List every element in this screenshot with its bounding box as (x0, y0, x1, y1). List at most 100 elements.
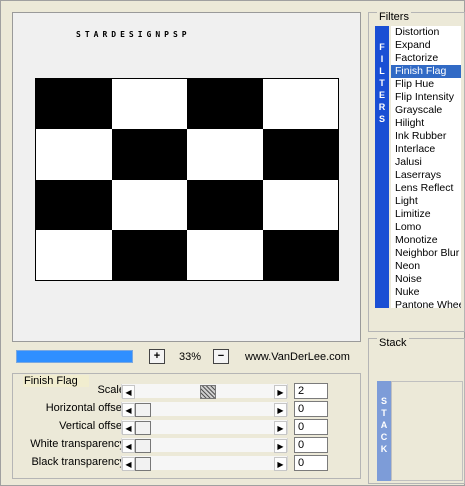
sidebar-letter: I (380, 54, 384, 64)
filter-item[interactable]: Flip Hue (391, 78, 461, 91)
flag-square (262, 229, 338, 280)
filter-item[interactable]: Expand (391, 39, 461, 52)
param-row-black-transparency: Black transparency ◀ ▶ 0 (13, 455, 362, 471)
flag-square (36, 79, 112, 130)
filters-title: Filters (377, 11, 411, 23)
sidebar-letter: C (380, 432, 388, 442)
param-label: Black transparency (31, 456, 125, 468)
flag-square (187, 229, 263, 280)
plugin-window: STARDESIGNPSP + 33% − www.VanDerLee.com … (0, 0, 465, 486)
left-arrow-icon[interactable]: ◀ (122, 385, 135, 399)
flag-square (262, 79, 338, 130)
flag-square (36, 229, 112, 280)
flag-square (111, 79, 187, 130)
slider-thumb[interactable] (135, 439, 151, 453)
flag-square (36, 179, 112, 230)
flag-square (187, 79, 263, 130)
sidebar-letter: K (380, 444, 388, 454)
flag-square (262, 179, 338, 230)
filter-item[interactable]: Hilight (391, 117, 461, 130)
zoom-level: 33% (179, 351, 202, 363)
flag-square (187, 179, 263, 230)
sidebar-letter: T (379, 78, 385, 88)
left-arrow-icon[interactable]: ◀ (122, 439, 135, 453)
right-arrow-icon[interactable]: ▶ (274, 403, 287, 417)
param-row-vertical-offset: Vertical offset ◀ ▶ 0 (13, 419, 362, 435)
filter-item[interactable]: Grayscale (391, 104, 461, 117)
filter-params-panel: Finish Flag Scale ◀ ▶ 2 Horizontal offse… (12, 373, 361, 479)
filters-list[interactable]: Distortion Expand Factorize Finish Flag Flip… (391, 26, 461, 308)
param-label: Vertical offset (59, 420, 125, 432)
left-arrow-icon[interactable]: ◀ (122, 421, 135, 435)
sidebar-letter: L (379, 66, 385, 76)
filter-item[interactable]: Flip Intensity (391, 91, 461, 104)
slider-thumb[interactable] (135, 403, 151, 417)
filter-item[interactable]: Factorize (391, 52, 461, 65)
horizontal-offset-slider[interactable]: ◀ ▶ (121, 402, 288, 417)
filter-item[interactable]: Noise (391, 273, 461, 286)
filter-item[interactable]: Monotize (391, 234, 461, 247)
filter-item[interactable]: Distortion (391, 26, 461, 39)
stack-sidebar-label: STACK (377, 381, 391, 481)
zoom-in-button[interactable]: + (149, 349, 165, 364)
sidebar-letter: S (380, 396, 387, 406)
filter-item[interactable]: Interlace (391, 143, 461, 156)
filters-panel: Filters FILTERS Distortion Expand Factoriz… (368, 11, 465, 332)
stack-list[interactable] (391, 381, 463, 481)
right-arrow-icon[interactable]: ▶ (274, 385, 287, 399)
right-arrow-icon[interactable]: ▶ (274, 457, 287, 471)
filter-item[interactable]: Ink Rubber (391, 130, 461, 143)
filter-item[interactable]: Neighbor Blur (391, 247, 461, 260)
filter-item[interactable]: Limitize (391, 208, 461, 221)
sidebar-letter: T (381, 408, 387, 418)
slider-thumb[interactable] (135, 421, 151, 435)
white-transparency-input[interactable]: 0 (294, 437, 328, 453)
website-link[interactable]: www.VanDerLee.com (245, 351, 350, 363)
flag-square (111, 229, 187, 280)
left-arrow-icon[interactable]: ◀ (122, 403, 135, 417)
flag-square (262, 129, 338, 180)
black-transparency-input[interactable]: 0 (294, 455, 328, 471)
slider-thumb[interactable] (135, 457, 151, 471)
finish-flag-preview[interactable] (35, 78, 339, 281)
flag-square (111, 129, 187, 180)
black-transparency-slider[interactable]: ◀ ▶ (121, 456, 288, 471)
stack-panel: Stack STACK (368, 337, 465, 484)
sidebar-letter: A (380, 420, 388, 430)
filters-sidebar-label: FILTERS (375, 26, 389, 308)
param-label: White transparency (30, 438, 125, 450)
filters-sidebar-text: FILTERS (375, 41, 389, 125)
zoom-out-button[interactable]: − (213, 349, 229, 364)
vertical-offset-input[interactable]: 0 (294, 419, 328, 435)
filter-item[interactable]: Lens Reflect (391, 182, 461, 195)
horizontal-offset-input[interactable]: 0 (294, 401, 328, 417)
filter-item[interactable]: Neon (391, 260, 461, 273)
param-label: Horizontal offset (45, 402, 125, 414)
left-arrow-icon[interactable]: ◀ (122, 457, 135, 471)
filter-item[interactable]: Jalusi (391, 156, 461, 169)
param-row-white-transparency: White transparency ◀ ▶ 0 (13, 437, 362, 453)
sidebar-letter: E (378, 90, 385, 100)
scale-slider[interactable]: ◀ ▶ (121, 384, 288, 399)
filter-item[interactable]: Lomo (391, 221, 461, 234)
right-arrow-icon[interactable]: ▶ (274, 439, 287, 453)
filter-item[interactable]: Pantone Wheel (391, 299, 461, 308)
filter-item[interactable]: Nuke (391, 286, 461, 299)
brand-watermark: STARDESIGNPSP (76, 30, 191, 39)
sidebar-letter: F (379, 42, 385, 52)
param-row-scale: Scale ◀ ▶ 2 (13, 383, 362, 399)
progress-bar (16, 350, 133, 363)
white-transparency-slider[interactable]: ◀ ▶ (121, 438, 288, 453)
slider-thumb[interactable] (200, 385, 216, 399)
scale-input[interactable]: 2 (294, 383, 328, 399)
flag-square (111, 179, 187, 230)
filter-item[interactable]: Finish Flag (391, 65, 461, 78)
preview-panel: STARDESIGNPSP (12, 12, 361, 342)
filter-item[interactable]: Light (391, 195, 461, 208)
filter-item[interactable]: Laserrays (391, 169, 461, 182)
stack-sidebar-text: STACK (377, 395, 391, 455)
right-arrow-icon[interactable]: ▶ (274, 421, 287, 435)
vertical-offset-slider[interactable]: ◀ ▶ (121, 420, 288, 435)
stack-title: Stack (377, 337, 409, 349)
sidebar-letter: R (378, 102, 386, 112)
